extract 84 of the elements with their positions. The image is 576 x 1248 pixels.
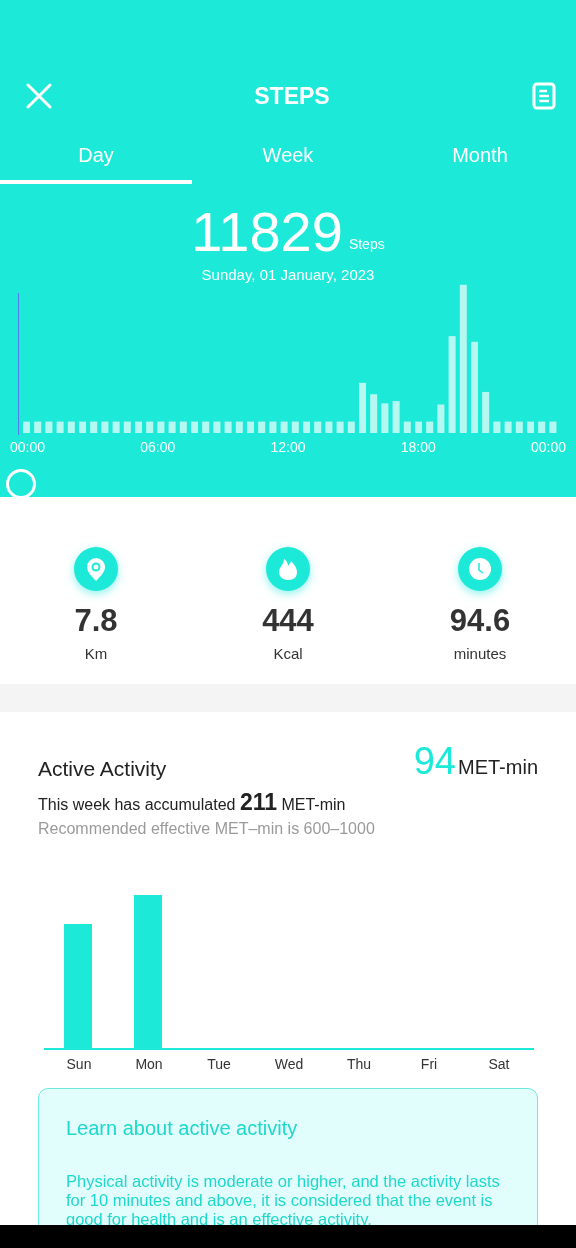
axis-label: Mon — [134, 1056, 164, 1072]
step-bar — [224, 421, 232, 433]
step-bar — [504, 421, 512, 433]
weekly-total-text: This week has accumulated 211 MET-min — [38, 789, 347, 816]
section-title: Active Activity — [38, 757, 167, 782]
step-bar — [325, 421, 333, 433]
step-bar — [527, 421, 534, 433]
step-bar — [101, 421, 109, 433]
step-bar — [56, 421, 64, 433]
step-bar — [314, 421, 322, 433]
step-bar — [157, 421, 165, 433]
info-title: Learn about active activity — [66, 1117, 299, 1140]
step-bar — [67, 421, 75, 433]
step-bar — [168, 421, 176, 433]
axis-label: 18:00 — [400, 439, 436, 455]
stat-value: 94.6 — [449, 603, 511, 639]
step-bar — [549, 421, 557, 433]
step-bar — [179, 421, 187, 433]
stat-unit: Kcal — [273, 645, 303, 662]
axis-label: Fri — [419, 1056, 439, 1072]
step-bar — [202, 421, 210, 433]
axis-label: 12:00 — [270, 439, 306, 455]
today-value: 94 — [413, 740, 456, 782]
clock-icon — [458, 547, 502, 591]
step-bar — [370, 394, 378, 433]
document-button[interactable] — [532, 82, 556, 110]
step-bar — [79, 421, 86, 433]
step-bar — [247, 421, 254, 433]
date-label: Sunday, 01 January, 2023 — [201, 266, 375, 283]
stat-unit: Km — [84, 645, 108, 662]
axis-label: 00:00 — [10, 439, 46, 455]
stat-value: 444 — [262, 603, 314, 639]
recommendation-text: Recommended effective MET–min is 600–1000 — [38, 820, 376, 838]
step-unit: Steps — [348, 236, 385, 252]
step-count: 11829 — [191, 204, 343, 260]
step-bar — [146, 421, 154, 433]
step-bar — [280, 421, 288, 433]
axis-label: Tue — [206, 1056, 232, 1072]
step-bar — [191, 421, 198, 433]
step-bar — [45, 421, 53, 433]
document-icon — [532, 82, 556, 110]
today-unit: MET-min — [458, 756, 538, 778]
step-bar — [213, 421, 221, 433]
step-bar — [347, 421, 355, 433]
location-pin-icon — [74, 547, 118, 591]
tab[interactable]: Month — [384, 134, 576, 184]
axis-label: 00:00 — [530, 439, 566, 455]
axis-label: Sun — [65, 1056, 93, 1072]
step-bar — [291, 421, 299, 433]
step-bar — [336, 421, 344, 433]
stat-value: 7.8 — [74, 603, 118, 639]
step-bar — [90, 421, 98, 433]
step-bar — [426, 421, 434, 433]
step-bar — [112, 421, 120, 433]
step-bar — [403, 421, 411, 433]
axis-label: 06:00 — [140, 439, 176, 455]
axis-label: Sat — [487, 1056, 511, 1072]
step-bar — [23, 421, 30, 433]
step-bar — [538, 421, 546, 433]
step-bar — [392, 401, 400, 433]
step-bar — [482, 391, 490, 433]
close-icon — [26, 83, 52, 109]
step-bar — [34, 421, 42, 433]
tab[interactable]: Day — [0, 134, 192, 184]
axis-label: Thu — [345, 1056, 373, 1072]
axis-label: Wed — [273, 1056, 305, 1072]
step-bar — [235, 421, 243, 433]
stat-unit: minutes — [453, 645, 507, 662]
flame-icon — [266, 547, 310, 591]
step-bar — [437, 404, 445, 433]
tab[interactable]: Week — [192, 134, 384, 184]
step-bar — [493, 421, 501, 433]
screen-title: STEPS — [254, 82, 330, 110]
step-bar — [123, 421, 131, 433]
step-bar — [381, 403, 389, 433]
close-button[interactable] — [26, 83, 52, 109]
step-bar — [258, 421, 266, 433]
step-bar — [269, 421, 277, 433]
slider-handle[interactable] — [6, 469, 36, 499]
step-bar — [303, 421, 310, 433]
step-bar — [515, 421, 523, 433]
step-bar — [415, 421, 422, 433]
step-bar — [135, 421, 142, 433]
step-bar — [359, 382, 366, 433]
